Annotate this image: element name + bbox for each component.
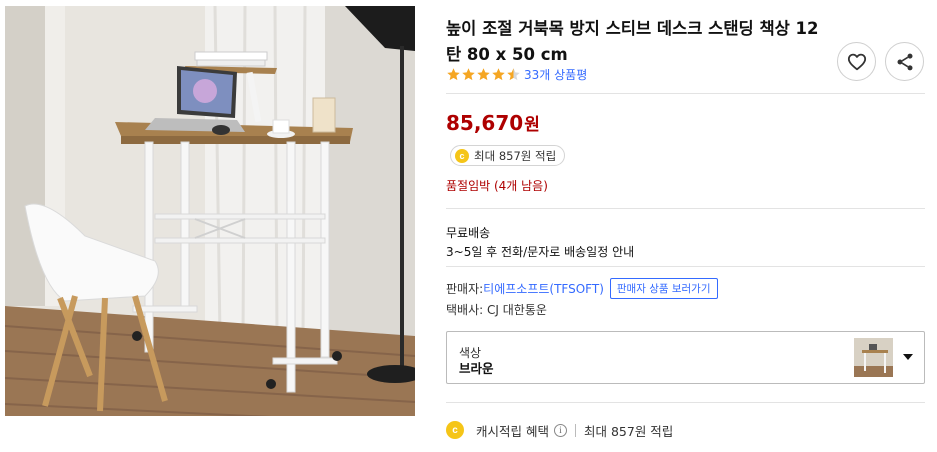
star-icon bbox=[447, 67, 460, 80]
separator bbox=[574, 423, 576, 437]
cash-reward-max: 최대 857원 적립 bbox=[583, 423, 674, 439]
courier-name: CJ 대한통운 bbox=[487, 303, 547, 317]
info-icon[interactable]: i bbox=[553, 423, 567, 437]
seller-row: 판매자: 티에프소프트(TFSOFT) 판매자 상품 보러가기 bbox=[446, 277, 718, 299]
product-info-panel: 높이 조절 거북목 방지 스티브 데스크 스탠딩 책상 12탄 80 x 50 … bbox=[446, 0, 926, 452]
price: 85,670 원 bbox=[446, 110, 540, 135]
price-value: 85,670 bbox=[446, 111, 524, 135]
reward-badge: c 최대 857원 적립 bbox=[450, 145, 566, 166]
coin-icon: c bbox=[455, 148, 469, 163]
star-icon bbox=[462, 67, 475, 80]
courier-label: 택배사: bbox=[446, 303, 484, 317]
shipping-description: 3~5일 후 전화/문자로 배송일정 안내 bbox=[446, 245, 635, 259]
courier-row: 택배사: CJ 대한통운 bbox=[446, 301, 547, 318]
heart-icon bbox=[847, 53, 866, 70]
rating-stars bbox=[446, 67, 521, 82]
product-title: 높이 조절 거북목 방지 스티브 데스크 스탠딩 책상 12탄 80 x 50 … bbox=[446, 19, 819, 64]
rating-row: 33개 상품평 bbox=[446, 66, 587, 82]
shipping-title: 무료배송 bbox=[446, 226, 491, 240]
seller-products-button[interactable]: 판매자 상품 보러가기 bbox=[609, 277, 718, 299]
divider bbox=[446, 402, 925, 403]
cash-reward-row: c 캐시적립 혜택 i 최대 857원 적립 bbox=[446, 420, 673, 440]
option-thumbnail bbox=[854, 338, 893, 377]
star-icon bbox=[477, 67, 490, 80]
stock-status: 품절임박 (4개 남음) bbox=[446, 179, 548, 193]
seller-name-link[interactable]: 티에프소프트(TFSOFT) bbox=[483, 280, 604, 297]
divider bbox=[446, 266, 925, 267]
divider bbox=[446, 208, 925, 209]
wishlist-button[interactable] bbox=[837, 42, 876, 81]
seller-label: 판매자: bbox=[446, 281, 484, 296]
star-icon bbox=[492, 67, 505, 80]
cash-reward-label: 캐시적립 혜택 bbox=[476, 423, 549, 439]
product-main-image[interactable] bbox=[5, 6, 415, 416]
share-button[interactable] bbox=[885, 42, 924, 81]
share-icon bbox=[897, 53, 912, 70]
price-unit: 원 bbox=[524, 115, 540, 135]
divider bbox=[446, 93, 925, 94]
caret-down-icon bbox=[903, 354, 913, 360]
star-icon bbox=[507, 67, 520, 80]
coin-icon: c bbox=[446, 421, 464, 439]
reward-badge-text: 최대 857원 적립 bbox=[474, 148, 557, 163]
review-count-link[interactable]: 33개 상품평 bbox=[524, 66, 587, 83]
option-selected-value: 브라운 bbox=[459, 361, 494, 376]
color-option-select[interactable]: 색상 브라운 bbox=[446, 331, 925, 384]
